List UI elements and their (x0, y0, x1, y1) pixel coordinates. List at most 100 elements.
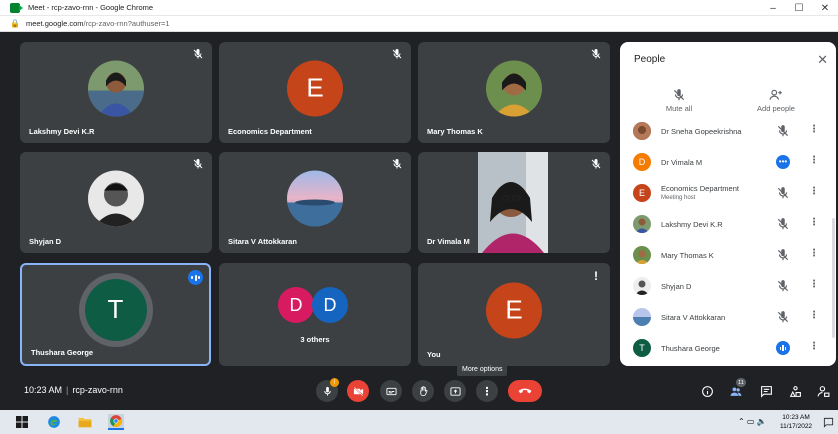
more-options-icon[interactable]: ⋮ (809, 248, 819, 259)
participant-avatar: T (633, 339, 651, 357)
camera-button[interactable] (347, 380, 369, 402)
more-options-icon[interactable]: ⋮ (809, 341, 819, 352)
participant-row[interactable]: Sitara V Attokkaran ⋮ (620, 302, 836, 332)
participant-name: Thushara George (661, 344, 720, 353)
close-window-button[interactable]: ✕ (812, 0, 838, 16)
browser-title-bar: Meet - rcp-zavo-rnn - Google Chrome – ☐ … (0, 0, 838, 16)
participant-photo (486, 60, 542, 117)
participant-avatar: D (633, 153, 651, 171)
chat-button[interactable] (757, 382, 775, 400)
hand-icon (419, 385, 427, 396)
others-avatar: D (278, 287, 314, 323)
mic-off-icon[interactable] (776, 217, 790, 231)
edge-taskbar-button[interactable] (46, 414, 62, 430)
chrome-taskbar-button[interactable] (108, 414, 124, 430)
more-options-icon[interactable]: ⋮ (809, 310, 819, 321)
participant-name: Dr Vimala M (661, 158, 703, 167)
add-person-icon (748, 86, 804, 104)
microphone-button[interactable]: ! (316, 378, 339, 402)
participant-photo (88, 60, 144, 117)
info-icon (701, 385, 713, 397)
host-controls-button[interactable] (814, 382, 832, 400)
add-people-button[interactable]: Add people (748, 86, 804, 113)
panel-title: People (634, 54, 666, 65)
others-tile[interactable]: D D 3 others (219, 263, 411, 366)
notifications-button[interactable] (820, 414, 836, 430)
participant-row[interactable]: D Dr Vimala M ••• ⋮ (620, 147, 836, 177)
mic-off-icon (193, 159, 203, 169)
chat-icon (760, 385, 772, 398)
minimize-button[interactable]: – (760, 0, 786, 16)
mic-off-icon[interactable] (776, 279, 790, 293)
file-explorer-taskbar-button[interactable] (77, 414, 93, 430)
participant-row[interactable]: E Economics Department Meeting host ⋮ (620, 178, 836, 208)
more-options-icon[interactable]: ⋮ (809, 279, 819, 290)
meeting-details-button[interactable] (698, 382, 716, 400)
hang-up-icon (518, 388, 532, 394)
participant-count-badge: 11 (736, 378, 746, 387)
raise-hand-button[interactable] (412, 380, 434, 402)
mic-off-icon[interactable] (776, 124, 790, 138)
participant-photo (287, 170, 343, 227)
more-options-icon[interactable]: ⋮ (809, 155, 819, 166)
mic-off-icon[interactable] (776, 310, 790, 324)
address-bar[interactable]: 🔒 meet.google.com/rcp-zavo-rnn?authuser=… (0, 16, 838, 32)
participant-photo (633, 308, 651, 326)
participant-avatar: E (287, 60, 343, 117)
mic-off-icon[interactable] (776, 186, 790, 200)
participant-avatar: E (633, 184, 651, 202)
folder-icon (78, 417, 92, 428)
mic-off-icon (193, 49, 203, 59)
leave-call-button[interactable] (508, 380, 542, 402)
system-tray[interactable]: ⌃ ▭ 🔈 (738, 417, 767, 426)
participant-tile[interactable]: Lakshmy Devi K.R (20, 42, 212, 143)
participant-tile[interactable]: Mary Thomas K (418, 42, 610, 143)
participant-name: Sitara V Attokkaran (228, 237, 297, 246)
url-text[interactable]: meet.google.com/rcp-zavo-rnn?authuser=1 (26, 19, 170, 28)
participant-tile-active[interactable]: T Thushara George (20, 263, 211, 366)
notification-icon (823, 417, 833, 428)
participant-name: Dr Sneha Gopeekrishna (661, 127, 742, 136)
participant-row[interactable]: Shyjan D ⋮ (620, 271, 836, 301)
warning-icon: ! (594, 269, 598, 283)
more-options-button[interactable]: ⋮ (476, 380, 498, 402)
participant-name: Mary Thomas K (661, 251, 714, 260)
participant-photo (633, 122, 651, 140)
mute-all-button[interactable]: Mute all (654, 86, 704, 113)
participant-row[interactable]: Mary Thomas K ⋮ (620, 240, 836, 270)
meeting-controls-bar: 10:23 AM | rcp-zavo-rnn ! ⋮ 11 (0, 376, 838, 410)
speaking-indicator-icon (776, 341, 790, 355)
windows-taskbar: ⌃ ▭ 🔈 10:23 AM 11/17/2022 (0, 410, 838, 434)
participant-photo (633, 277, 651, 295)
participant-photo (633, 246, 651, 264)
more-options-icon[interactable]: ⋮ (809, 124, 819, 135)
maximize-button[interactable]: ☐ (786, 0, 812, 16)
participant-row[interactable]: Dr Sneha Gopeekrishna ⋮ (620, 116, 836, 146)
participant-name: Shyjan D (29, 237, 62, 246)
captions-icon (385, 387, 397, 395)
participant-name: Economics Department (228, 127, 312, 136)
people-button[interactable]: 11 (727, 378, 746, 400)
participant-row[interactable]: T Thushara George ⋮ (620, 333, 836, 363)
more-options-icon[interactable]: ⋮ (809, 217, 819, 228)
panel-scrollbar[interactable] (832, 218, 835, 338)
participant-tile[interactable]: E Economics Department (219, 42, 411, 143)
participant-avatar: T (84, 278, 147, 341)
participant-name: Lakshmy Devi K.R (29, 127, 95, 136)
mic-off-icon[interactable] (776, 248, 790, 262)
participant-row[interactable]: Lakshmy Devi K.R ⋮ (620, 209, 836, 239)
taskbar-clock[interactable]: 10:23 AM 11/17/2022 (780, 413, 812, 431)
participant-tile[interactable]: Sitara V Attokkaran (219, 152, 411, 253)
mic-off-icon (591, 49, 601, 59)
activities-button[interactable] (786, 382, 804, 400)
more-options-icon[interactable]: ⋮ (809, 186, 819, 197)
mute-all-icon (654, 86, 704, 104)
close-panel-button[interactable]: ✕ (817, 52, 828, 68)
start-button[interactable] (14, 414, 30, 430)
present-button[interactable] (444, 380, 466, 402)
participant-tile[interactable]: Shyjan D (20, 152, 212, 253)
self-tile[interactable]: ! E You (418, 263, 610, 366)
captions-button[interactable] (380, 380, 402, 402)
mic-warning-icon: ! (330, 378, 339, 387)
chrome-icon (110, 415, 123, 427)
